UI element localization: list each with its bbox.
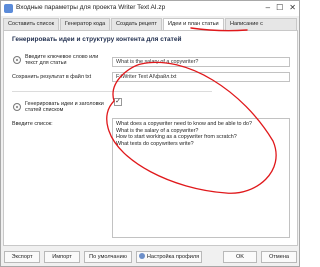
info-icon	[13, 56, 21, 64]
list-textarea[interactable]: What does a copywriter need to know and …	[112, 118, 290, 238]
tab-ideas-and-plan[interactable]: Идеи и план статьи	[163, 18, 224, 30]
dialog-window: Входные параметры для проекта Writer Tex…	[0, 0, 300, 267]
save-result-label: Сохранить результат в файл txt	[12, 74, 92, 80]
tab-code-generator[interactable]: Генератор кода	[60, 18, 110, 30]
keyword-input[interactable]: What is the salary of a copywriter?	[112, 57, 290, 67]
tab-create-recipe[interactable]: Создать рецепт	[111, 18, 162, 30]
generate-list-checkbox[interactable]: ✓	[114, 98, 122, 106]
tab-bar: Составить список Генератор кода Создать …	[3, 18, 299, 30]
import-button[interactable]: Импорт	[44, 251, 80, 263]
list-line: How to start working as a copywriter fro…	[116, 134, 237, 141]
list-line: What texts do copywriters write?	[116, 140, 194, 147]
divider	[12, 91, 212, 92]
generate-list-label: Генерировать идеи и заголовки статей спи…	[25, 101, 104, 114]
profile-settings-label: Настройка профиля	[146, 254, 200, 260]
list-label: Введите список:	[12, 121, 53, 127]
cancel-button[interactable]: Отмена	[261, 251, 297, 263]
list-line: What does a copywriter need to know and …	[116, 121, 253, 127]
tab-make-list[interactable]: Составить список	[3, 18, 59, 30]
settings-gear-icon	[138, 253, 145, 259]
tab-writing[interactable]: Написание с	[225, 18, 297, 30]
tab-panel: Генерировать идеи и структуру контента д…	[3, 30, 298, 246]
footer-bar: Экспорт Импорт По умолчанию Настройка пр…	[1, 248, 299, 266]
maximize-button[interactable]: ☐	[276, 3, 283, 12]
window-title: Входные параметры для проекта Writer Tex…	[16, 4, 166, 11]
minimize-button[interactable]: –	[266, 3, 270, 12]
app-icon	[4, 4, 13, 13]
export-button[interactable]: Экспорт	[4, 251, 40, 263]
keyword-label: Введите ключевое слово или текст для ста…	[25, 54, 99, 67]
save-path-input[interactable]: F:\Writer Text AI\файл.txt	[112, 72, 290, 82]
info-icon	[13, 103, 21, 111]
list-line: What is the salary of a copywriter?	[116, 127, 199, 134]
ok-button[interactable]: OK	[223, 251, 257, 263]
profile-settings-button[interactable]: Настройка профиля	[136, 251, 202, 263]
section-heading: Генерировать идеи и структуру контента д…	[12, 36, 182, 43]
close-button[interactable]: ✕	[289, 3, 296, 12]
window-controls: – ☐ ✕	[266, 3, 296, 12]
default-button[interactable]: По умолчанию	[84, 251, 132, 263]
title-bar: Входные параметры для проекта Writer Tex…	[1, 1, 299, 16]
